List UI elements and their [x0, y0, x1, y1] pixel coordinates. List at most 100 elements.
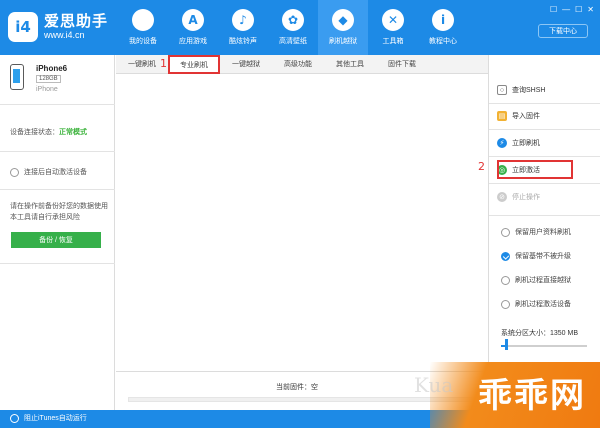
option-label: 保留基带不被升级: [515, 253, 571, 260]
maximize-icon[interactable]: ☐: [575, 5, 582, 14]
nav-label: 酷炫铃声: [229, 38, 257, 45]
current-firmware-label: 当前固件：空: [276, 384, 318, 391]
action-label: 立即刷机: [512, 140, 540, 147]
device-model: iPhone: [36, 86, 58, 93]
download-center-button[interactable]: 下载中心: [538, 24, 588, 38]
nav-apps-games[interactable]: A 应用游戏: [168, 0, 218, 55]
flower-icon: ✿: [282, 9, 304, 31]
nav-wallpapers[interactable]: ✿ 高清壁纸: [268, 0, 318, 55]
bell-icon: ♪: [232, 9, 254, 31]
app-header: i4 爱思助手 www.i4.cn 我的设备 A 应用游戏 ♪ 酷炫铃声 ✿ 高…: [0, 0, 600, 55]
toggle-circle-icon: [10, 413, 19, 423]
app-logo: i4 爱思助手 www.i4.cn: [8, 9, 120, 45]
nav-label: 应用游戏: [179, 38, 207, 45]
main-nav: 我的设备 A 应用游戏 ♪ 酷炫铃声 ✿ 高清壁纸 ◆ 刷机越狱 ✕ 工具箱 i…: [118, 0, 468, 55]
watermark-text: 乖乖网: [478, 376, 586, 416]
tab-pro-flash[interactable]: 专业刷机: [168, 55, 220, 74]
stop-icon: ⊘: [497, 192, 507, 202]
window-controls: ☐ — ☐ ✕: [550, 5, 594, 14]
left-panel: iPhone6 128GB iPhone 设备连接状态：正常模式 连接后自动激活…: [0, 55, 115, 410]
tab-one-click-jailbreak[interactable]: 一键越狱: [220, 55, 272, 73]
tab-advanced[interactable]: 高级功能: [272, 55, 324, 73]
watermark-faint-text: Kua: [414, 373, 454, 397]
option-label: 刷机过程激活设备: [515, 301, 571, 308]
logo-badge: i4: [8, 12, 38, 42]
skin-icon[interactable]: ☐: [550, 5, 557, 14]
block-itunes-toggle[interactable]: 阻止iTunes自动运行: [10, 413, 87, 423]
divider: [0, 151, 115, 152]
option-radio[interactable]: [501, 275, 510, 285]
apple-icon: [132, 9, 154, 31]
action-label: 停止操作: [512, 194, 540, 201]
logo-text: 爱思助手 www.i4.cn: [44, 13, 108, 41]
action-label: 导入固件: [512, 113, 540, 120]
option-keep-baseband[interactable]: 保留基带不被升级: [501, 251, 571, 261]
nav-flash-jailbreak[interactable]: ◆ 刷机越狱: [318, 0, 368, 55]
nav-label: 刷机越狱: [329, 38, 357, 45]
option-keep-user-data[interactable]: 保留用户资料刷机: [501, 227, 571, 237]
nav-label: 教程中心: [429, 38, 457, 45]
nav-label: 工具箱: [382, 38, 404, 45]
option-radio-checked[interactable]: [501, 251, 510, 261]
auto-activate-radio[interactable]: [10, 167, 19, 177]
flash-now-button[interactable]: ⚡ 立即刷机: [497, 138, 540, 148]
right-panel: ○ 查询SHSH ▤ 导入固件 ⚡ 立即刷机 ◎ 立即激活 ⊘ 停止操作 保留用…: [488, 55, 600, 410]
divider: [489, 183, 600, 184]
folder-icon: ▤: [497, 111, 507, 121]
option-label: 刷机过程直接越狱: [515, 277, 571, 284]
warning-text: 请在操作前备份好您的数据使用本工具请自行承担风险: [10, 203, 108, 221]
action-label: 查询SHSH: [512, 87, 546, 94]
option-label: 保留用户资料刷机: [515, 229, 571, 236]
device-name: iPhone6: [36, 64, 68, 73]
divider: [489, 129, 600, 130]
flash-icon: ⚡: [497, 138, 507, 148]
query-shsh-button[interactable]: ○ 查询SHSH: [497, 85, 545, 95]
nav-tutorials[interactable]: i 教程中心: [418, 0, 468, 55]
nav-my-device[interactable]: 我的设备: [118, 0, 168, 55]
tab-bar: 一键刷机 专业刷机 一键越狱 高级功能 其他工具 固件下载: [116, 55, 488, 74]
nav-label: 高清壁纸: [279, 38, 307, 45]
conn-label: 设备连接状态：: [10, 129, 59, 136]
divider: [0, 263, 115, 264]
divider: [489, 103, 600, 104]
partition-slider-thumb[interactable]: [505, 339, 508, 350]
divider: [489, 156, 600, 157]
divider: [489, 215, 600, 216]
firmware-progress: [128, 397, 476, 402]
annotation-marker-1: 1: [160, 57, 167, 70]
firmware-list-area[interactable]: [116, 75, 488, 370]
nav-label: 我的设备: [129, 38, 157, 45]
option-radio[interactable]: [501, 227, 510, 237]
tab-firmware-download[interactable]: 固件下载: [376, 55, 428, 73]
tools-icon: ✕: [382, 9, 404, 31]
auto-activate-label: 连接后自动激活设备: [24, 169, 87, 176]
annotation-marker-2: 2: [478, 160, 485, 173]
auto-activate-option[interactable]: 连接后自动激活设备: [10, 167, 87, 177]
device-capacity: 128GB: [36, 75, 61, 83]
partition-slider-track[interactable]: [501, 345, 587, 347]
option-radio[interactable]: [501, 299, 510, 309]
phone-icon: [10, 64, 24, 90]
import-firmware-button[interactable]: ▤ 导入固件: [497, 111, 540, 121]
logo-url: www.i4.cn: [44, 30, 85, 40]
divider: [0, 189, 115, 190]
tab-other-tools[interactable]: 其他工具: [324, 55, 376, 73]
annotation-highlight-activate: [497, 160, 573, 179]
option-activate-during-flash[interactable]: 刷机过程激活设备: [501, 299, 571, 309]
conn-value: 正常模式: [59, 129, 87, 136]
block-itunes-label: 阻止iTunes自动运行: [24, 415, 87, 422]
stop-button[interactable]: ⊘ 停止操作: [497, 192, 540, 202]
search-icon: ○: [497, 85, 507, 95]
option-jailbreak-during-flash[interactable]: 刷机过程直接越狱: [501, 275, 571, 285]
logo-name: 爱思助手: [44, 13, 109, 30]
backup-restore-button[interactable]: 备份 / 恢复: [11, 232, 101, 248]
nav-ringtones[interactable]: ♪ 酷炫铃声: [218, 0, 268, 55]
minimize-icon[interactable]: —: [562, 5, 570, 14]
device-info: iPhone6 128GB iPhone: [0, 55, 115, 105]
nav-toolbox[interactable]: ✕ 工具箱: [368, 0, 418, 55]
appstore-icon: A: [182, 9, 204, 31]
info-icon: i: [432, 9, 454, 31]
connection-status: 设备连接状态：正常模式: [10, 127, 87, 137]
close-icon[interactable]: ✕: [587, 5, 594, 14]
dropbox-icon: ◆: [332, 9, 354, 31]
